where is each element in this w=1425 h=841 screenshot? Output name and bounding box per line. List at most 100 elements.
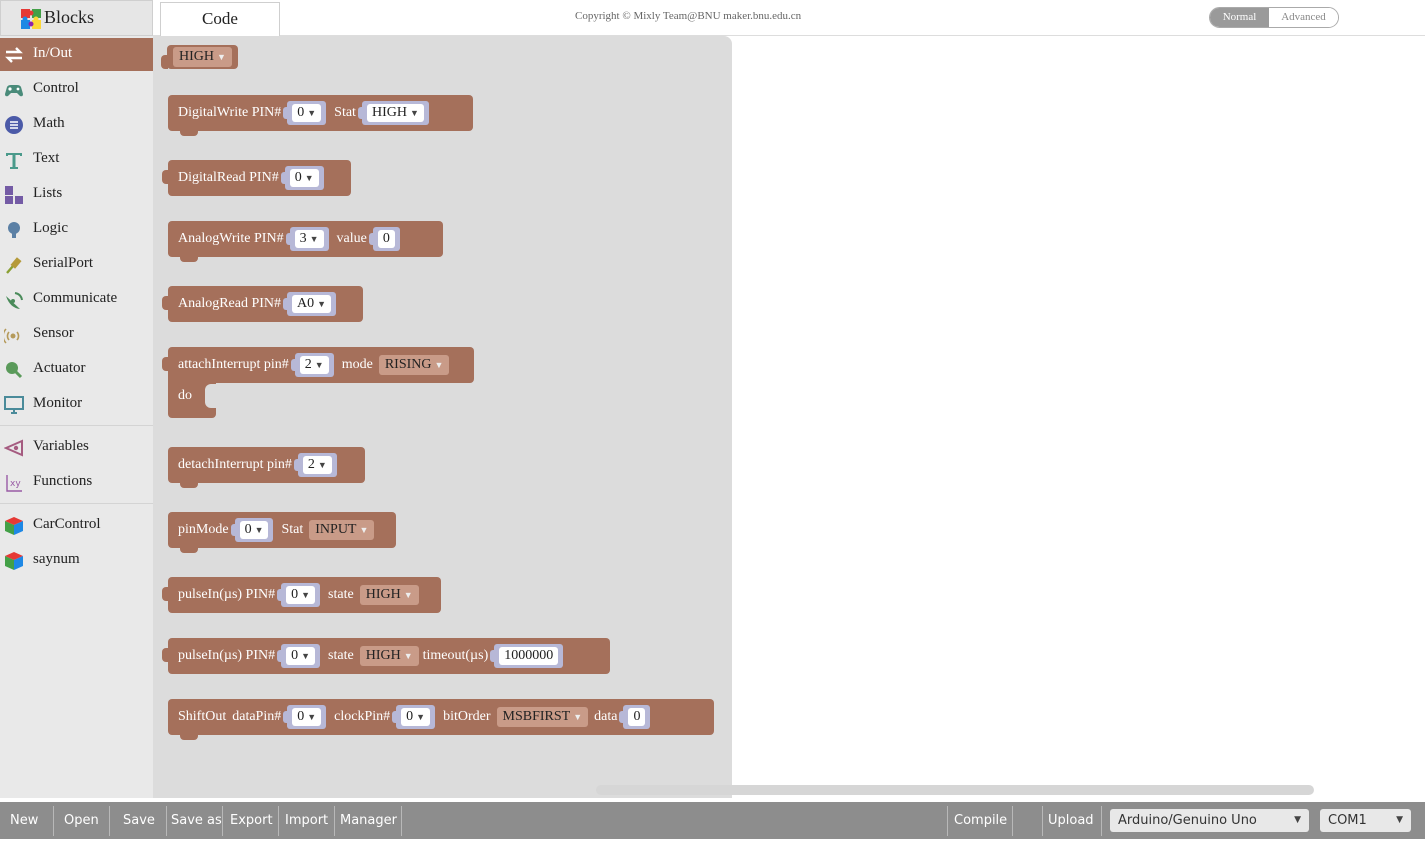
sidebar-item-lists[interactable]: Lists (0, 178, 153, 211)
state-dropdown[interactable]: HIGH ▼ (359, 646, 419, 666)
pin-socket[interactable]: 0 ▼ (280, 166, 324, 190)
sidebar-item-variables[interactable]: Variables (0, 431, 153, 464)
sidebar-item-label: Communicate (33, 290, 118, 306)
pin-socket[interactable]: A0 ▼ (283, 292, 337, 316)
sidebar-item-serialport[interactable]: SerialPort (0, 248, 153, 281)
text-icon (6, 153, 22, 169)
pin-socket[interactable]: 0 ▼ (283, 101, 327, 125)
mode-value: RISING (384, 357, 432, 372)
timeout-input[interactable]: 1000000 (499, 647, 559, 665)
block-shiftout[interactable]: ShiftOut dataPin# 0 ▼ clockPin# 0 ▼ bitOrd… (168, 699, 714, 740)
cube-icon (5, 552, 23, 570)
pin-socket[interactable]: 2 ▼ (290, 353, 334, 377)
sidebar-item-monitor[interactable]: Monitor (0, 388, 153, 421)
new-button[interactable]: New (10, 802, 38, 839)
stat-value: INPUT (315, 522, 357, 537)
block-pulsein[interactable]: pulseIn(µs) PIN# 0 ▼ state HIGH ▼ (162, 577, 441, 613)
sidebar-item-label: Variables (33, 438, 89, 454)
bitorder-value: MSBFIRST (502, 709, 571, 724)
dropdown-arrow-icon: ▼ (309, 234, 319, 244)
port-value: COM1 (1328, 813, 1367, 828)
block-detachinterrupt[interactable]: detachInterrupt pin# 2 ▼ (168, 447, 365, 488)
tab-code[interactable]: Code (160, 2, 280, 36)
sidebar-item-logic[interactable]: Logic (0, 213, 153, 246)
sidebar-item-inout[interactable]: In/Out (0, 38, 153, 71)
gamepad-icon (5, 85, 23, 97)
bulb-icon (8, 222, 20, 238)
stat-dropdown[interactable]: INPUT ▼ (309, 520, 375, 540)
blocks-workspace[interactable] (732, 36, 1425, 798)
sidebar-item-saynum[interactable]: saynum (0, 544, 153, 577)
data-input[interactable]: 0 (628, 708, 646, 726)
sidebar-item-carcontrol[interactable]: CarControl (0, 509, 153, 542)
save-as-button[interactable]: Save as (171, 802, 222, 839)
sidebar-item-label: Text (33, 150, 60, 166)
manager-button[interactable]: Manager (340, 802, 397, 839)
pin-socket[interactable]: 0 ▼ (277, 583, 321, 607)
datapin-value: 0 (297, 709, 305, 724)
import-button[interactable]: Import (285, 802, 328, 839)
tab-blocks[interactable]: Blocks (0, 0, 153, 36)
sidebar-item-functions[interactable]: xy Functions (0, 466, 153, 499)
state-dropdown[interactable]: HIGH ▼ (359, 585, 419, 605)
block-pinmode[interactable]: pinMode 0 ▼ Stat INPUT ▼ (168, 512, 396, 553)
board-select[interactable]: Arduino/Genuino Uno ▼ (1110, 809, 1309, 832)
arrows-icon (5, 47, 23, 63)
block-label: AnalogWrite PIN# (178, 231, 284, 246)
mode-normal-button[interactable]: Normal (1210, 8, 1269, 27)
bitorder-dropdown[interactable]: MSBFIRST ▼ (496, 707, 589, 727)
block-attachinterrupt[interactable]: attachInterrupt pin# 2 ▼ mode RISING ▼ (162, 347, 474, 383)
pin-socket[interactable]: 3 ▼ (285, 227, 329, 251)
pin-socket[interactable]: 0 ▼ (230, 518, 274, 542)
block-analogread[interactable]: AnalogRead PIN# A0 ▼ (162, 286, 363, 322)
open-button[interactable]: Open (64, 802, 99, 839)
block-label: AnalogRead PIN# (178, 296, 282, 311)
horizontal-scrollbar[interactable] (596, 785, 1314, 795)
datapin-socket[interactable]: 0 ▼ (283, 705, 327, 729)
save-button[interactable]: Save (123, 802, 155, 839)
pin-value: 0 (297, 105, 305, 120)
value-input[interactable]: 0 (377, 230, 395, 248)
block-high-value[interactable]: HIGH ▼ (161, 45, 238, 69)
dropdown-arrow-icon: ▼ (317, 299, 327, 309)
sidebar-item-actuator[interactable]: Actuator (0, 353, 153, 386)
mode-switch[interactable]: Normal Advanced (1209, 7, 1339, 28)
pin-socket[interactable]: 0 ▼ (277, 644, 321, 668)
sidebar-item-math[interactable]: Math (0, 108, 153, 141)
sidebar-item-communicate[interactable]: Communicate (0, 283, 153, 316)
stat-socket[interactable]: HIGH ▼ (357, 101, 429, 125)
level-dropdown[interactable]: HIGH ▼ (173, 47, 232, 67)
dropdown-arrow-icon: ▼ (307, 712, 317, 722)
sidebar-item-label: Sensor (33, 325, 74, 341)
block-analogwrite[interactable]: AnalogWrite PIN# 3 ▼ value 0 (168, 221, 443, 262)
sidebar-divider (0, 425, 153, 426)
port-select[interactable]: COM1 ▼ (1320, 809, 1411, 832)
usb-plug-icon (6, 257, 22, 274)
pin-value: 2 (304, 357, 312, 372)
block-digitalwrite[interactable]: DigitalWrite PIN# 0 ▼ Stat HIGH ▼ (168, 95, 473, 136)
bottom-toolbar: New Open Save Save as Export Import Mana… (0, 802, 1425, 839)
export-button[interactable]: Export (230, 802, 273, 839)
block-label: Stat (281, 522, 304, 537)
sidebar-item-text[interactable]: Text (0, 143, 153, 176)
clockpin-socket[interactable]: 0 ▼ (392, 705, 436, 729)
block-label: attachInterrupt pin# (178, 357, 289, 372)
timeout-socket[interactable]: 1000000 (490, 644, 564, 668)
mode-advanced-button[interactable]: Advanced (1269, 8, 1338, 27)
sidebar-item-control[interactable]: Control (0, 73, 153, 106)
sidebar-item-sensor[interactable]: Sensor (0, 318, 153, 351)
pin-socket[interactable]: 2 ▼ (293, 453, 337, 477)
block-digitalread[interactable]: DigitalRead PIN# 0 ▼ (162, 160, 351, 196)
upload-button[interactable]: Upload (1048, 802, 1094, 839)
value-socket[interactable]: 0 (368, 227, 400, 251)
mode-dropdown[interactable]: RISING ▼ (378, 355, 450, 375)
dropdown-arrow-icon: ▼ (317, 460, 327, 470)
block-pulsein-timeout[interactable]: pulseIn(µs) PIN# 0 ▼ state HIGH ▼ timeout(… (162, 638, 610, 674)
compile-button[interactable]: Compile (954, 802, 1007, 839)
toolbar-divider (222, 806, 223, 836)
block-label: pulseIn(µs) PIN# (178, 648, 276, 663)
dropdown-arrow-icon: ▼ (301, 651, 311, 661)
data-socket[interactable]: 0 (619, 705, 651, 729)
sidebar-item-label: Control (33, 80, 79, 96)
dropdown-arrow-icon: ▼ (359, 525, 369, 535)
